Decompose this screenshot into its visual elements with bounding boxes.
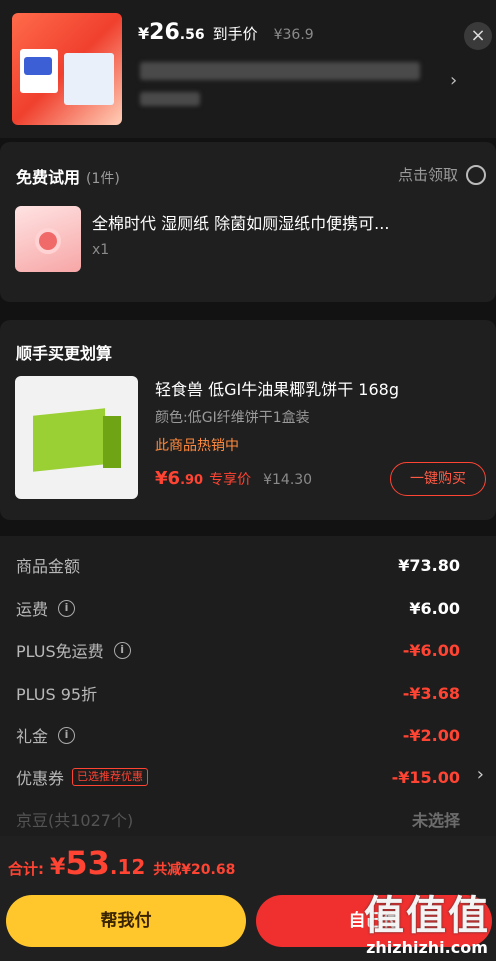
close-icon[interactable]: × xyxy=(464,22,492,50)
row-value: -¥2.00 xyxy=(402,725,460,745)
row-value: 未选择 xyxy=(411,811,460,830)
row-value: ¥6.00 xyxy=(409,598,460,618)
exclusive-price-label: 专享价 xyxy=(209,472,252,488)
row-label: 优惠券 已选推荐优惠 xyxy=(16,765,149,789)
row-value: ¥73.80 xyxy=(398,555,460,575)
total-integer: 53 xyxy=(65,844,110,882)
row-value: -¥3.68 xyxy=(402,683,460,703)
one-click-buy-button[interactable]: 一键购买 xyxy=(390,462,486,496)
price-row: ¥26.56 到手价 ¥36.9 xyxy=(138,20,314,45)
summary-row-coupon[interactable]: 优惠券 已选推荐优惠 -¥15.00 xyxy=(16,765,460,789)
bundle-original-price: ¥14.30 xyxy=(263,472,313,488)
original-price: ¥36.9 xyxy=(273,27,314,43)
hot-selling-label: 此商品热销中 xyxy=(155,438,239,454)
info-icon[interactable]: i xyxy=(113,641,131,659)
row-label: 礼金 i xyxy=(16,723,76,747)
coupon-tag: 已选推荐优惠 xyxy=(72,768,149,786)
row-label: PLUS 95折 xyxy=(16,685,98,704)
bundle-section: 顺手买更划算 轻食兽 低GI牛油果椰乳饼干 168g 颜色:低GI纤维饼干1盒装… xyxy=(0,320,496,520)
bundle-item-spec: 颜色:低GI纤维饼干1盒装 xyxy=(155,410,310,426)
summary-row-goods-amount: 商品金额 ¥73.80 xyxy=(16,553,460,577)
watermark-logo: 值值值 xyxy=(364,893,490,939)
summary-row-plus-free-shipping: PLUS免运费 i -¥6.00 xyxy=(16,638,460,662)
claim-label: 点击领取 xyxy=(397,166,458,184)
item-count: (1件) xyxy=(86,171,120,187)
info-icon[interactable]: i xyxy=(58,599,76,617)
summary-row-jingdou[interactable]: 京豆(共1027个) 未选择 xyxy=(16,807,460,831)
trial-item-thumbnail[interactable] xyxy=(15,206,81,272)
chevron-right-icon[interactable]: › xyxy=(477,764,484,785)
row-label: 商品金额 xyxy=(16,557,81,576)
bundle-price-row: ¥6.90 专享价 ¥14.30 xyxy=(155,468,312,489)
order-summary: 商品金额 ¥73.80 运费 i ¥6.00 PLUS免运费 i -¥6.00 PL… xyxy=(0,536,496,836)
total-savings: 共减¥20.68 xyxy=(153,862,236,878)
help-me-pay-button[interactable]: 帮我付 xyxy=(6,895,246,947)
bundle-item-name[interactable]: 轻食兽 低GI牛油果椰乳饼干 168g xyxy=(155,376,399,400)
bundle-price: ¥6.90 xyxy=(155,468,204,489)
section-title: 免费试用 (1件) xyxy=(16,168,120,187)
radio-icon[interactable] xyxy=(466,164,486,185)
info-icon[interactable]: i xyxy=(58,726,76,744)
blurred-product-title xyxy=(140,62,420,80)
watermark: 值值值 zhizhizhi.com xyxy=(364,894,490,957)
summary-row-gift-money: 礼金 i -¥2.00 xyxy=(16,723,460,747)
checkout-footer: 合计: ¥ 53 .12 共减¥20.68 帮我付 自己付 值值值 zhizhi… xyxy=(0,836,496,961)
row-label: PLUS免运费 i xyxy=(16,638,131,662)
trial-item-name[interactable]: 全棉时代 湿厕纸 除菌如厕湿纸巾便携可... xyxy=(92,210,389,234)
currency-symbol: ¥ xyxy=(50,855,66,880)
thumbnail-box-graphic xyxy=(64,53,114,105)
total-label: 合计: xyxy=(8,860,44,878)
product-box-graphic xyxy=(103,416,121,468)
row-label: 运费 i xyxy=(16,596,76,620)
summary-row-shipping: 运费 i ¥6.00 xyxy=(16,596,460,620)
watermark-text: zhizhizhi.com xyxy=(366,938,488,957)
section-title: 顺手买更划算 xyxy=(16,344,113,363)
row-label: 京豆(共1027个) xyxy=(16,811,134,830)
blurred-product-spec xyxy=(140,92,200,106)
total-decimal: .12 xyxy=(109,855,146,879)
thumbnail-badge-graphic xyxy=(24,57,52,75)
product-box-graphic xyxy=(33,408,105,472)
product-thumbnail[interactable] xyxy=(12,13,122,125)
top-product-card[interactable]: ¥26.56 到手价 ¥36.9 × › xyxy=(0,0,496,138)
row-value: -¥6.00 xyxy=(402,640,460,660)
free-trial-section: 免费试用 (1件) 点击领取 全棉时代 湿厕纸 除菌如厕湿纸巾便携可... x1 xyxy=(0,142,496,302)
total-price: 合计: ¥ 53 .12 共减¥20.68 xyxy=(8,844,235,882)
bundle-item-thumbnail[interactable] xyxy=(15,376,138,499)
summary-row-plus-discount: PLUS 95折 -¥3.68 xyxy=(16,681,460,705)
chevron-right-icon[interactable]: › xyxy=(450,70,457,91)
product-logo-graphic xyxy=(35,228,61,254)
final-price: ¥26.56 xyxy=(138,20,205,45)
final-price-label: 到手价 xyxy=(212,25,258,43)
row-value: -¥15.00 xyxy=(391,767,460,787)
trial-item-qty: x1 xyxy=(92,242,110,258)
claim-trial-toggle[interactable]: 点击领取 xyxy=(398,164,486,185)
